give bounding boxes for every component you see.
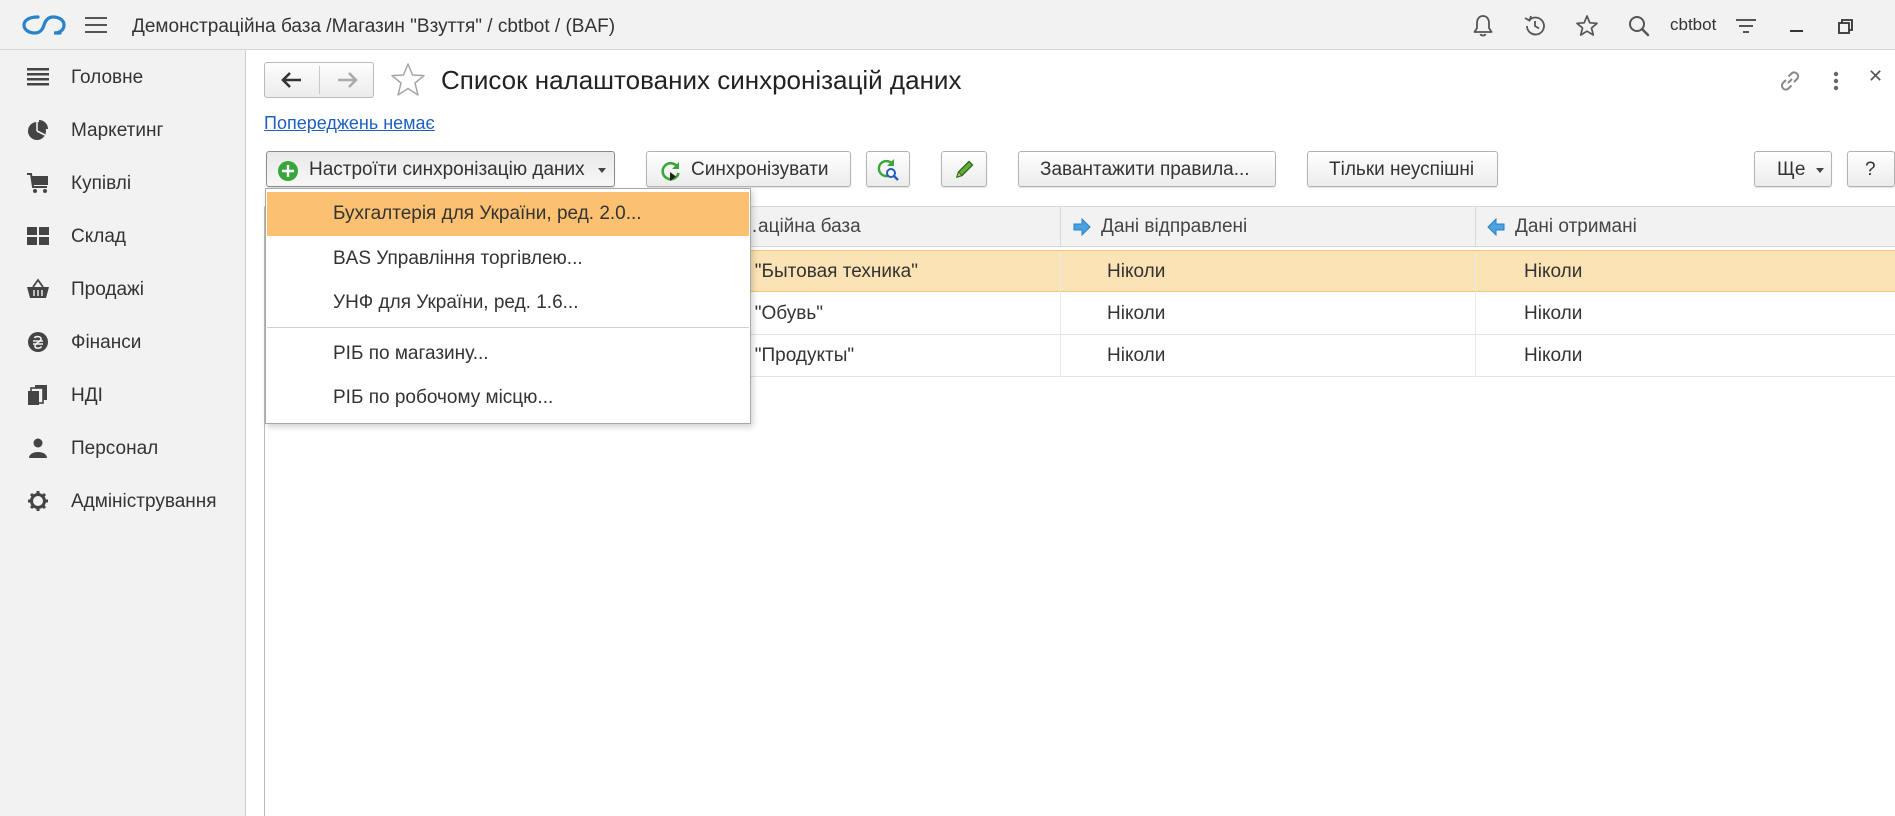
warehouse-icon (27, 227, 49, 245)
list-icon (27, 68, 49, 86)
person-icon (29, 438, 47, 458)
warnings-link[interactable]: Попереджень немає (264, 113, 435, 134)
pie-chart-icon (28, 120, 48, 140)
sidebar-item-sales[interactable]: Продажі (0, 269, 246, 309)
pencil-icon (955, 160, 974, 179)
sidebar-item-label: Склад (71, 226, 126, 247)
sidebar-item-purchases[interactable]: Купівлі (0, 163, 246, 203)
sync-search-icon (877, 159, 899, 181)
menu-divider (267, 327, 749, 328)
menu-item-rib-workplace[interactable]: РІБ по робочому місцю... (267, 376, 749, 420)
navigation-buttons (264, 62, 374, 98)
basket-icon (27, 278, 49, 298)
sidebar-item-label: Продажі (71, 279, 144, 300)
more-vertical-icon[interactable] (1822, 67, 1850, 95)
sidebar-item-finance[interactable]: Фінанси (0, 322, 246, 362)
hryvnia-icon (28, 332, 48, 352)
menu-item-trade-management[interactable]: BAS Управління торгівлею... (267, 237, 749, 281)
link-icon[interactable] (1776, 67, 1804, 95)
filter-icon[interactable] (1733, 13, 1759, 39)
close-icon[interactable]: ✕ (1868, 66, 1883, 87)
add-icon (278, 161, 298, 181)
menu-item-unf[interactable]: УНФ для України, ред. 1.6... (267, 281, 749, 325)
logo-icon[interactable] (22, 12, 66, 38)
help-button[interactable]: ? (1847, 151, 1895, 187)
sidebar: Головне Маркетинг Купівлі Склад Продажі (0, 50, 246, 816)
current-user[interactable]: cbtbot (1670, 15, 1716, 35)
sidebar-item-label: Головне (71, 67, 144, 88)
sidebar-item-label: Адміністрування (71, 491, 217, 512)
arrow-left-icon (281, 72, 301, 88)
sidebar-item-main[interactable]: Головне (0, 57, 246, 97)
bell-icon[interactable] (1470, 13, 1496, 39)
sidebar-item-label: Персонал (71, 438, 159, 459)
restore-icon[interactable] (1834, 14, 1858, 38)
favorite-star-icon[interactable] (389, 62, 427, 98)
sidebar-item-marketing[interactable]: Маркетинг (0, 110, 246, 150)
minimize-icon[interactable] (1785, 14, 1809, 38)
menu-item-accounting[interactable]: Бухгалтерія для України, ред. 2.0... (267, 192, 749, 236)
chevron-down-icon (598, 168, 606, 173)
menu-icon[interactable] (84, 15, 108, 35)
sidebar-item-administration[interactable]: Адміністрування (0, 481, 246, 521)
chevron-down-icon (1816, 168, 1824, 173)
setup-sync-dropdown: Бухгалтерія для України, ред. 2.0... BAS… (265, 188, 751, 424)
search-icon[interactable] (1626, 13, 1652, 39)
more-button[interactable]: Ще (1754, 151, 1832, 187)
menu-item-rib-store[interactable]: РІБ по магазину... (267, 332, 749, 376)
top-bar: Демонстраційна база /Магазин "Взуття" / … (0, 0, 1895, 50)
sidebar-item-label: Маркетинг (71, 120, 164, 141)
sidebar-item-label: Купівлі (71, 173, 132, 194)
setup-sync-button[interactable]: Настроїти синхронізацію даних (266, 151, 615, 187)
sidebar-item-warehouse[interactable]: Склад (0, 216, 246, 256)
back-button[interactable] (265, 63, 319, 97)
cart-icon (27, 173, 48, 193)
synchronize-button[interactable]: Синхронізувати (646, 151, 851, 187)
sidebar-item-personnel[interactable]: Персонал (0, 428, 246, 468)
sidebar-item-label: Фінанси (71, 332, 142, 353)
arrow-left-icon (1487, 218, 1505, 236)
page-title: Список налаштованих синхронізацій даних (441, 65, 962, 95)
gear-icon (28, 491, 48, 511)
arrow-right-icon (1073, 218, 1091, 236)
edit-button[interactable] (941, 151, 987, 187)
sync-check-button[interactable] (866, 151, 910, 187)
sidebar-item-label: НДІ (71, 385, 103, 406)
sync-icon (661, 161, 680, 181)
star-icon[interactable] (1574, 13, 1600, 39)
arrow-right-icon (338, 72, 358, 88)
only-failed-button[interactable]: Тільки неуспішні (1307, 151, 1498, 187)
documents-icon (28, 385, 47, 405)
forward-button[interactable] (320, 63, 374, 97)
load-rules-button[interactable]: Завантажити правила... (1018, 151, 1276, 187)
window-title: Демонстраційна база /Магазин "Взуття" / … (132, 16, 616, 37)
history-icon[interactable] (1522, 13, 1548, 39)
sidebar-item-reference[interactable]: НДІ (0, 375, 246, 415)
